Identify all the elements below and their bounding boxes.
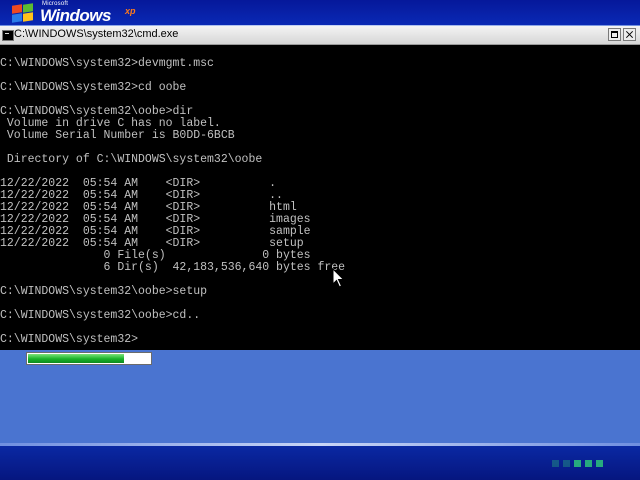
console-line: C:\WINDOWS\system32\oobe>cd..	[0, 309, 201, 322]
window-titlebar[interactable]: C:\WINDOWS\system32\cmd.exe	[0, 26, 640, 45]
indicator-dot	[552, 460, 559, 467]
indicator-dot	[585, 460, 592, 467]
indicator-dot	[574, 460, 581, 467]
windows-wordmark: Windows	[40, 6, 111, 25]
progress-fill	[28, 354, 124, 363]
console-line: C:\WINDOWS\system32\oobe>setup	[0, 285, 208, 298]
window-title: C:\WINDOWS\system32\cmd.exe	[14, 28, 179, 40]
console-icon[interactable]	[2, 30, 14, 41]
windows-xp-logo: Microsoft Windows xp	[12, 1, 136, 25]
close-button[interactable]	[623, 28, 636, 41]
top-banner: Microsoft Windows xp	[0, 0, 640, 28]
indicator-dot	[563, 460, 570, 467]
console-line: Volume Serial Number is B0DD-6BCB	[0, 129, 235, 142]
cmd-window[interactable]: C:\WINDOWS\system32\cmd.exe C:\WINDOWS\s…	[0, 26, 640, 350]
console-line: C:\WINDOWS\system32>	[0, 333, 139, 346]
bottom-banner	[0, 443, 640, 480]
console-line: C:\WINDOWS\system32>cd oobe	[0, 81, 187, 94]
windows-flag-icon	[12, 3, 34, 23]
indicator-dot	[596, 460, 603, 467]
bottom-divider	[0, 443, 640, 446]
console-output[interactable]: C:\WINDOWS\system32>devmgmt.msc C:\WINDO…	[0, 46, 640, 348]
activity-indicator	[552, 460, 603, 467]
setup-progress-bar	[26, 352, 152, 365]
xp-wordmark: xp	[125, 6, 136, 16]
restore-button[interactable]	[608, 28, 621, 41]
console-line: Directory of C:\WINDOWS\system32\oobe	[0, 153, 263, 166]
console-line: C:\WINDOWS\system32>devmgmt.msc	[0, 57, 214, 70]
mouse-pointer-icon	[332, 268, 345, 288]
console-line: 6 Dir(s) 42,183,536,640 bytes free	[0, 261, 346, 274]
